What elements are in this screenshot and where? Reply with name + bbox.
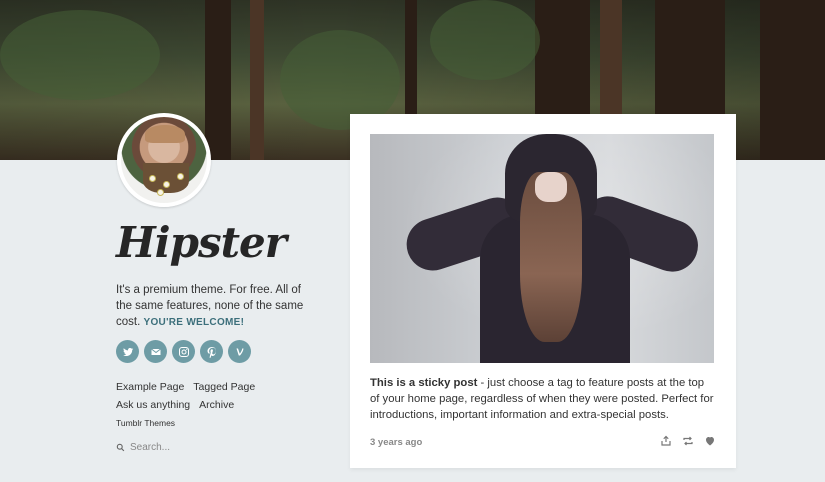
blog-title[interactable]: Hipster [116,218,287,267]
email-icon[interactable] [144,340,167,363]
pinterest-icon[interactable] [200,340,223,363]
post-caption-lead: This is a sticky post [370,377,478,389]
nav-link-tagged-page[interactable]: Tagged Page [193,381,255,393]
social-links [116,340,251,363]
nav-link-example-page[interactable]: Example Page [116,381,184,393]
post-caption: This is a sticky post - just choose a ta… [370,375,716,423]
twitter-icon[interactable] [116,340,139,363]
search-bar [116,442,250,453]
share-icon[interactable] [660,435,672,447]
search-input[interactable] [130,442,250,453]
post-timestamp[interactable]: 3 years ago [370,437,422,448]
page-links: Example Page Tagged Page Ask us anything A… [116,378,316,414]
post-photo[interactable] [370,134,714,363]
instagram-icon[interactable] [172,340,195,363]
avatar[interactable] [117,113,211,207]
reblog-icon[interactable] [682,435,694,447]
nav-link-ask[interactable]: Ask us anything [116,399,190,411]
nav-link-archive[interactable]: Archive [199,399,234,411]
blog-description: It's a premium theme. For free. All of t… [116,282,316,331]
post-actions [660,435,716,447]
tumblr-themes-link[interactable]: Tumblr Themes [116,418,175,428]
description-cta: YOU'RE WELCOME! [143,317,245,328]
like-heart-icon[interactable] [704,435,716,447]
search-icon [116,443,125,452]
post-card: This is a sticky post - just choose a ta… [350,114,736,468]
vine-icon[interactable] [228,340,251,363]
